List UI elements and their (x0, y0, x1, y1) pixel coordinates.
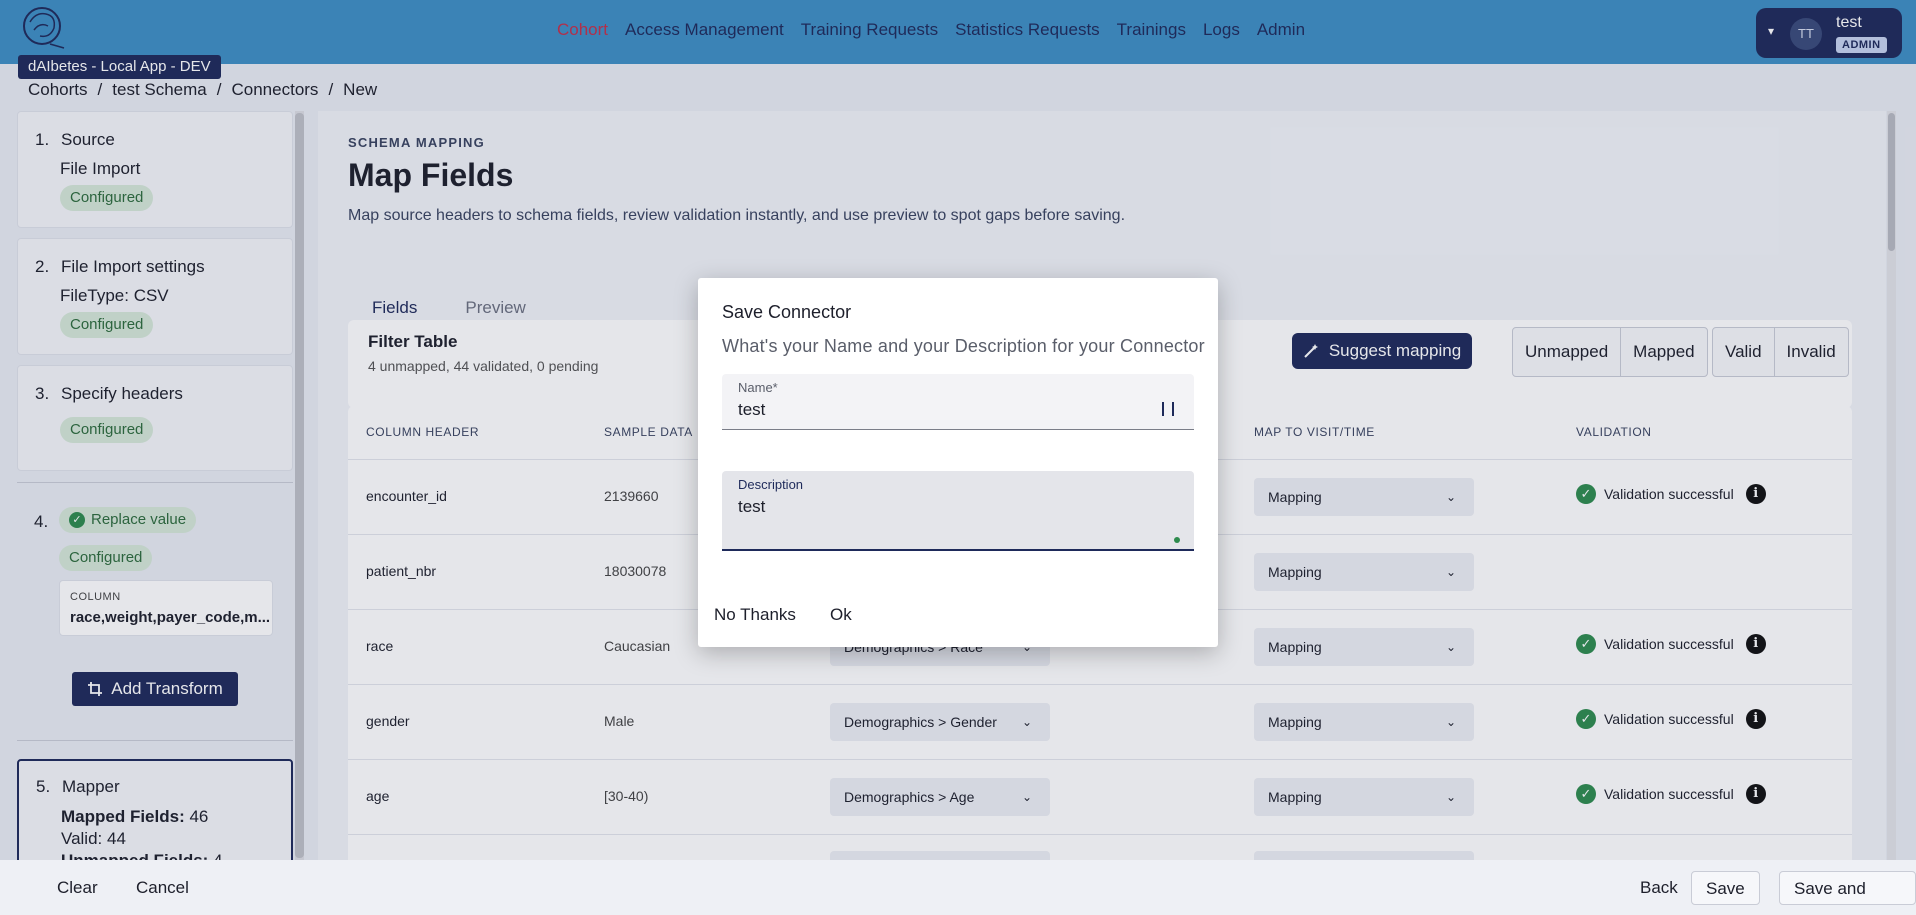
ok-button[interactable]: Ok (830, 605, 852, 625)
back-button[interactable]: Back (1626, 871, 1692, 905)
save-and-run-button[interactable]: Save and Run (1779, 871, 1916, 915)
password-manager-icon[interactable] (1162, 402, 1174, 416)
name-field-label: Name* (738, 380, 778, 395)
bottom-action-bar: Clear Cancel Back Save Save and Run (0, 860, 1916, 915)
description-field-label: Description (738, 477, 804, 492)
save-button[interactable]: Save (1691, 871, 1760, 905)
no-thanks-button[interactable]: No Thanks (714, 605, 796, 625)
name-field-value: test (738, 400, 766, 419)
cancel-button[interactable]: Cancel (122, 871, 203, 905)
clear-button[interactable]: Clear (43, 871, 112, 905)
description-field[interactable]: Description test (722, 471, 1194, 551)
dialog-title: Save Connector (722, 302, 852, 322)
name-field[interactable]: Name* test (722, 374, 1194, 430)
dialog-description: What's your Name and your Description fo… (722, 336, 1205, 356)
save-connector-dialog: Save Connector What's your Name and your… (698, 278, 1218, 647)
description-field-value: test (738, 497, 766, 516)
resize-handle-icon[interactable] (1174, 537, 1180, 543)
